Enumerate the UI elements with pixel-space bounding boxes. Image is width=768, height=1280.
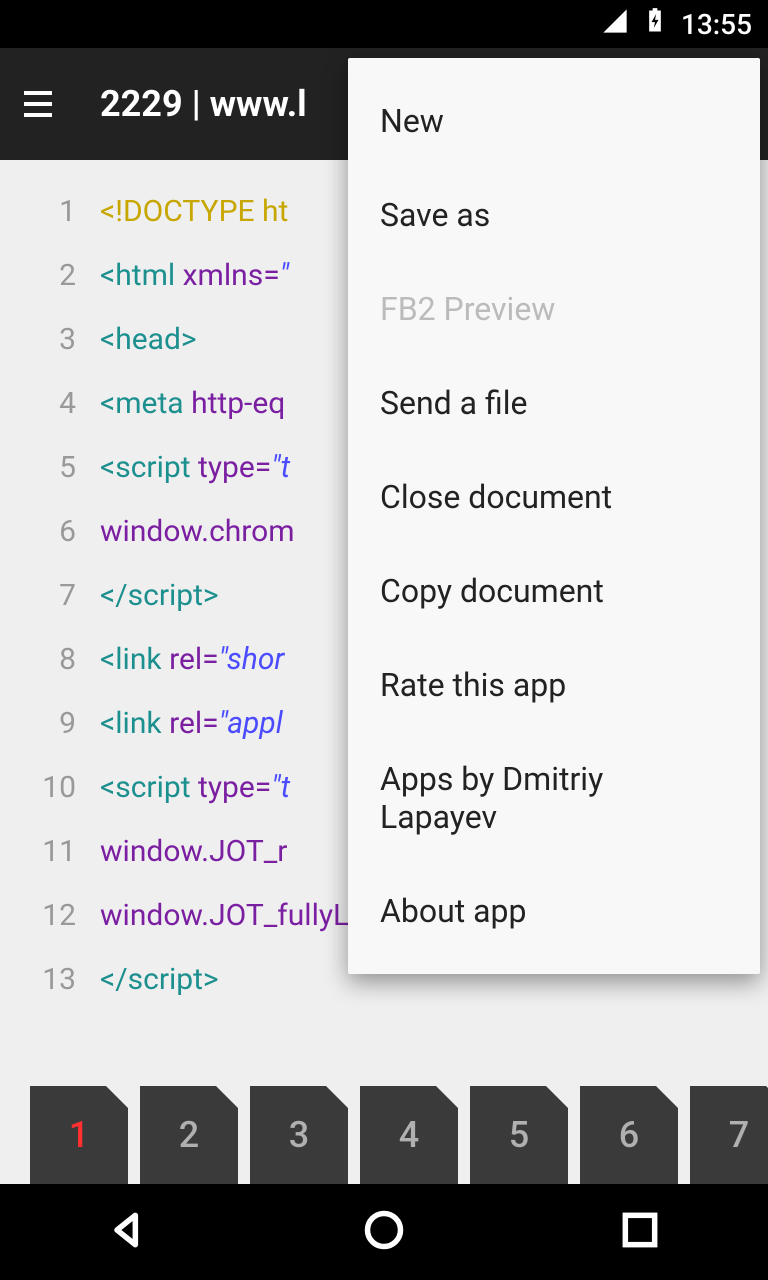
menu-item-close-document[interactable]: Close document xyxy=(348,450,760,544)
menu-item-new[interactable]: New xyxy=(348,74,760,168)
menu-item-apps-by-dmitriy-lapayev[interactable]: Apps by Dmitriy Lapayev xyxy=(348,732,760,864)
line-number: 12 xyxy=(0,884,100,948)
line-number: 10 xyxy=(0,756,100,820)
line-number: 3 xyxy=(0,308,100,372)
line-number: 13 xyxy=(0,948,100,1012)
page-tab-1[interactable]: 1 xyxy=(30,1086,128,1184)
code-content[interactable]: <script type="t xyxy=(100,436,290,500)
line-number: 9 xyxy=(0,692,100,756)
app-title: 2229 | www.l xyxy=(100,83,307,125)
code-content[interactable]: <link rel="appl xyxy=(100,692,283,756)
status-time: 13:55 xyxy=(681,8,752,41)
home-button[interactable] xyxy=(322,1188,446,1276)
page-tab-3[interactable]: 3 xyxy=(250,1086,348,1184)
code-content[interactable]: window.chrom xyxy=(100,500,295,564)
line-number: 4 xyxy=(0,372,100,436)
line-number: 2 xyxy=(0,244,100,308)
code-content[interactable]: <script type="t xyxy=(100,756,290,820)
menu-item-rate-this-app[interactable]: Rate this app xyxy=(348,638,760,732)
navigation-bar xyxy=(0,1184,768,1280)
recent-apps-button[interactable] xyxy=(578,1188,702,1276)
menu-item-send-a-file[interactable]: Send a file xyxy=(348,356,760,450)
line-number: 5 xyxy=(0,436,100,500)
code-content[interactable]: <html xmlns=" xyxy=(100,244,289,308)
line-number: 8 xyxy=(0,628,100,692)
page-tab-7[interactable]: 7 xyxy=(690,1086,768,1184)
line-number: 11 xyxy=(0,820,100,884)
page-tabs: 1234567 xyxy=(0,1086,768,1184)
menu-item-copy-document[interactable]: Copy document xyxy=(348,544,760,638)
code-content[interactable]: </script> xyxy=(100,948,219,1012)
code-content[interactable]: window.JOT_r xyxy=(100,820,287,884)
overflow-menu: NewSave asFB2 PreviewSend a fileClose do… xyxy=(348,58,760,974)
code-content[interactable]: <!DOCTYPE ht xyxy=(100,180,288,244)
line-number: 6 xyxy=(0,500,100,564)
signal-icon xyxy=(601,7,629,42)
menu-item-fb2-preview: FB2 Preview xyxy=(348,262,760,356)
menu-icon[interactable] xyxy=(24,91,60,117)
page-tab-2[interactable]: 2 xyxy=(140,1086,238,1184)
code-content[interactable]: <meta http-eq xyxy=(100,372,285,436)
code-content[interactable]: <head> xyxy=(100,308,197,372)
page-tab-5[interactable]: 5 xyxy=(470,1086,568,1184)
battery-charging-icon xyxy=(641,7,669,42)
code-content[interactable]: </script> xyxy=(100,564,219,628)
page-tab-4[interactable]: 4 xyxy=(360,1086,458,1184)
menu-item-save-as[interactable]: Save as xyxy=(348,168,760,262)
back-button[interactable] xyxy=(66,1188,190,1276)
line-number: 7 xyxy=(0,564,100,628)
code-content[interactable]: <link rel="shor xyxy=(100,628,284,692)
menu-item-about-app[interactable]: About app xyxy=(348,864,760,958)
line-number: 1 xyxy=(0,180,100,244)
status-bar: 13:55 xyxy=(0,0,768,48)
page-tab-6[interactable]: 6 xyxy=(580,1086,678,1184)
